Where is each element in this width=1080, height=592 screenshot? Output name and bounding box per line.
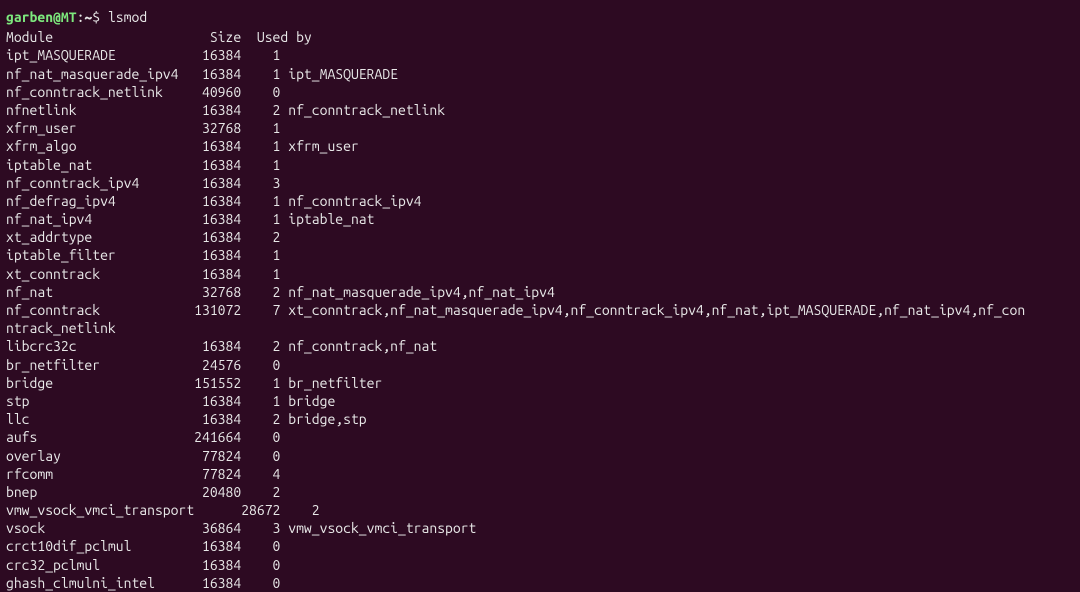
- shell-prompt-line[interactable]: garben@MT:~$ lsmod: [6, 8, 1074, 26]
- prompt-at: @: [53, 9, 61, 25]
- prompt-dollar: $: [92, 9, 108, 25]
- terminal-output: Module Size Used by ipt_MASQUERADE 16384…: [6, 28, 1074, 592]
- command-text: lsmod: [108, 9, 147, 25]
- prompt-user: garben: [6, 9, 53, 25]
- prompt-host: MT: [61, 9, 77, 25]
